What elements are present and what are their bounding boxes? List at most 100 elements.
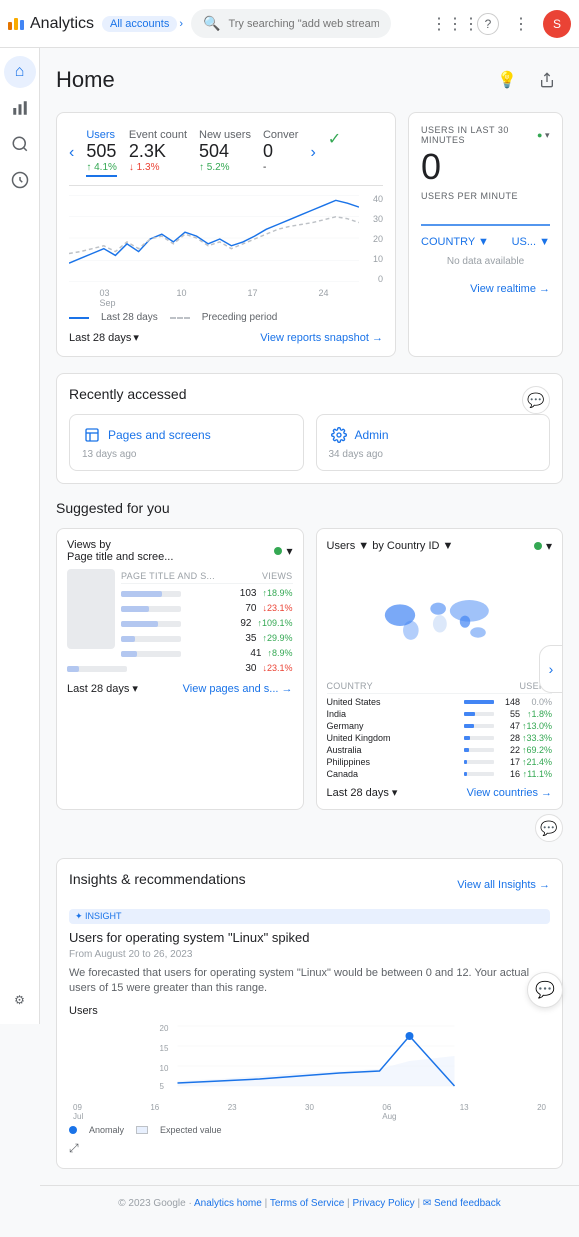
next-card-arrow[interactable]: › bbox=[539, 645, 563, 693]
view-realtime-link[interactable]: View realtime → bbox=[421, 283, 550, 295]
logo-bar-2 bbox=[14, 18, 18, 30]
metric-users-change: ↑ 4.1% bbox=[86, 162, 117, 173]
metric-conv-label: Conver bbox=[263, 129, 298, 141]
pageviews-card-dropdown[interactable]: ▾ bbox=[286, 544, 292, 558]
metric-event-count[interactable]: Event count 2.3K ↓ 1.3% bbox=[129, 129, 187, 173]
view-all-insights-link[interactable]: View all Insights → bbox=[457, 879, 550, 891]
floating-chat-button[interactable]: 💬 bbox=[527, 972, 563, 1008]
view-pages-link[interactable]: View pages and s... → bbox=[183, 683, 293, 695]
sidebar-item-settings[interactable]: ⚙ bbox=[4, 984, 36, 1016]
bar-bg bbox=[121, 636, 181, 642]
country-row: United Kingdom 28 ↑33.3% bbox=[327, 732, 553, 744]
bar-fill bbox=[121, 651, 137, 657]
metric-conversions[interactable]: Conver 0 - bbox=[263, 129, 298, 173]
green-status-dot bbox=[274, 547, 282, 555]
view-reports-link[interactable]: View reports snapshot → bbox=[260, 332, 383, 344]
account-selector[interactable]: All accounts › bbox=[102, 16, 183, 32]
chat-icon-suggested[interactable]: 💬 bbox=[535, 814, 563, 842]
recent-item-admin[interactable]: Admin 34 days ago bbox=[316, 414, 551, 471]
account-label[interactable]: All accounts bbox=[102, 16, 177, 32]
sidebar-item-advertising[interactable] bbox=[4, 164, 36, 196]
footer-privacy[interactable]: Privacy Policy bbox=[352, 1198, 414, 1209]
avatar[interactable]: S bbox=[543, 10, 571, 38]
recent-item-pages[interactable]: Pages and screens 13 days ago bbox=[69, 414, 304, 471]
country-row: Canada 16 ↑11.1% bbox=[327, 768, 553, 780]
sidebar-item-reports[interactable] bbox=[4, 92, 36, 124]
footer-analytics-home[interactable]: Analytics home bbox=[194, 1198, 262, 1209]
sidebar-item-explore[interactable] bbox=[4, 128, 36, 160]
card-footer: Last 28 days ▾ View reports snapshot → bbox=[69, 331, 383, 344]
insight-chart: 20 15 10 5 bbox=[69, 1021, 550, 1101]
country-bar-us bbox=[464, 700, 494, 704]
insights-header: Insights & recommendations View all Insi… bbox=[69, 871, 550, 899]
share-icon[interactable] bbox=[531, 64, 563, 96]
sidebar: ⌂ ⚙ bbox=[0, 48, 40, 1024]
metric-newusers-label: New users bbox=[199, 129, 251, 141]
country-bar-in bbox=[464, 712, 494, 716]
sidebar-item-home[interactable]: ⌂ bbox=[4, 56, 36, 88]
countries-date-range[interactable]: Last 28 days ▾ bbox=[327, 786, 398, 799]
bar-fill bbox=[67, 666, 79, 672]
metric-users[interactable]: Users 505 ↑ 4.1% bbox=[86, 129, 117, 177]
view-countries-link[interactable]: View countries → bbox=[467, 787, 552, 799]
realtime-dropdown-icon[interactable]: ▾ bbox=[545, 130, 550, 141]
countries-card-dropdown[interactable]: ▾ bbox=[546, 539, 552, 553]
legend-line-current bbox=[69, 317, 89, 319]
expand-icon[interactable]: ⤢ bbox=[69, 1141, 550, 1156]
pageviews-col2-header: VIEWS bbox=[262, 571, 293, 581]
navbar: Analytics All accounts › 🔍 ⋮⋮⋮ ? ⋮ S bbox=[0, 0, 579, 48]
us-filter[interactable]: US... ▼ bbox=[512, 236, 550, 248]
recently-accessed-title: Recently accessed bbox=[69, 386, 550, 402]
metric-newusers-change: ↑ 5.2% bbox=[199, 162, 251, 173]
insight-text: We forecasted that users for operating s… bbox=[69, 966, 550, 997]
metrics-next-arrow[interactable]: › bbox=[310, 144, 315, 162]
metric-new-users[interactable]: New users 504 ↑ 5.2% bbox=[199, 129, 251, 173]
insight-sublabel: Users bbox=[69, 1005, 550, 1017]
recent-item-pages-age: 13 days ago bbox=[82, 449, 291, 460]
table-row: 70↓23.1% bbox=[121, 601, 293, 616]
suggested-card-countries: Users ▼ by Country ID ▼ ▾ bbox=[316, 528, 564, 810]
metrics-prev-arrow[interactable]: ‹ bbox=[69, 144, 74, 162]
header-actions: 💡 bbox=[491, 64, 563, 96]
row-vals: 92↑109.1% bbox=[227, 618, 292, 629]
country-table-header: COUNTRY USERS bbox=[327, 679, 553, 694]
footer-feedback[interactable]: ✉ Send feedback bbox=[423, 1198, 501, 1209]
date-range-selector[interactable]: Last 28 days ▾ bbox=[69, 331, 139, 344]
pageviews-card-footer: Last 28 days ▾ View pages and s... → bbox=[67, 682, 293, 695]
chart-x-labels-insight: 09162330061320 bbox=[69, 1103, 550, 1112]
expected-legend-box bbox=[136, 1126, 148, 1134]
bar-fill bbox=[121, 621, 158, 627]
countries-card-title: Users ▼ by Country ID ▼ bbox=[327, 540, 454, 552]
chat-icon-recently-accessed[interactable]: 💬 bbox=[522, 386, 550, 414]
nav-icons: ⋮⋮⋮ ? ⋮ S bbox=[441, 10, 571, 38]
search-bar[interactable]: 🔍 bbox=[191, 9, 391, 38]
insight-title: Users for operating system "Linux" spike… bbox=[69, 930, 550, 947]
green-status-dot-2 bbox=[534, 542, 542, 550]
insights-title: Insights & recommendations bbox=[69, 871, 246, 887]
logo-bar-1 bbox=[8, 22, 12, 30]
pageviews-card-status: ▾ bbox=[274, 544, 292, 558]
lightbulb-icon[interactable]: 💡 bbox=[491, 64, 523, 96]
country-col-name: COUNTRY bbox=[327, 681, 373, 691]
legend-label-preceding: Preceding period bbox=[202, 312, 278, 323]
page-footer: © 2023 Google · Analytics home | Terms o… bbox=[40, 1185, 579, 1221]
insights-section: Insights & recommendations View all Insi… bbox=[56, 858, 563, 1169]
suggested-title: Suggested for you bbox=[56, 500, 563, 516]
country-filter[interactable]: COUNTRY ▼ bbox=[421, 236, 489, 248]
help-icon[interactable]: ? bbox=[477, 13, 499, 35]
more-vert-icon[interactable]: ⋮ bbox=[507, 10, 535, 38]
search-input[interactable] bbox=[228, 18, 379, 30]
pageviews-table-header: PAGE TITLE AND S... VIEWS bbox=[121, 569, 293, 584]
apps-icon[interactable]: ⋮⋮⋮ bbox=[441, 10, 469, 38]
metric-event-value: 2.3K bbox=[129, 141, 187, 162]
date-range-label: Last 28 days bbox=[69, 332, 131, 344]
country-row: Germany 47 ↑13.0% bbox=[327, 720, 553, 732]
pageviews-date-range[interactable]: Last 28 days ▾ bbox=[67, 682, 138, 695]
app-logo: Analytics bbox=[8, 15, 94, 33]
footer-terms[interactable]: Terms of Service bbox=[270, 1198, 344, 1209]
recent-item-pages-name: Pages and screens bbox=[108, 428, 211, 442]
realtime-label: USERS IN LAST 30 MINUTES ● ▾ bbox=[421, 125, 550, 145]
svg-text:5: 5 bbox=[160, 1082, 165, 1091]
recent-item-admin-header: Admin bbox=[329, 425, 538, 445]
metric-conv-change: - bbox=[263, 162, 298, 173]
